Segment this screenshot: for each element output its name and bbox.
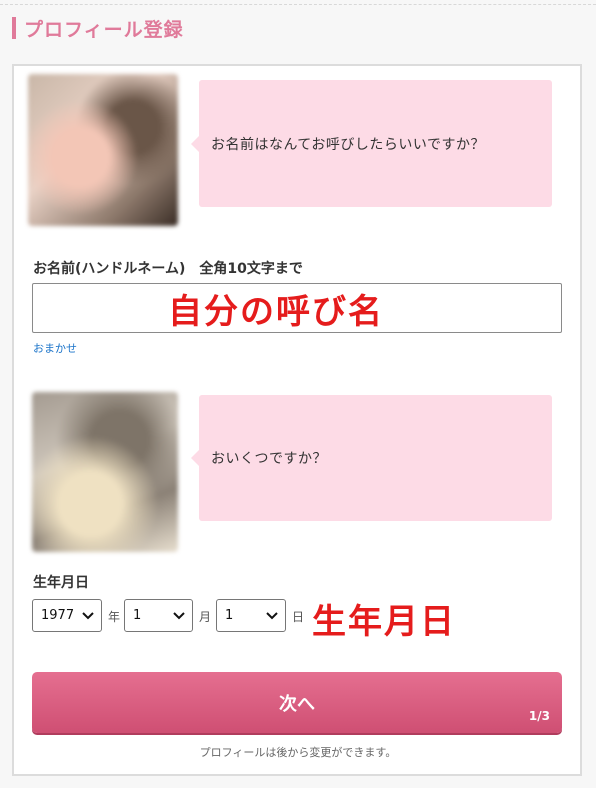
question-text-name: お名前はなんてお呼びしたらいいですか？ (211, 136, 485, 153)
chevron-down-icon (82, 612, 94, 620)
footer-note: プロフィールは後から変更ができます。 (199, 746, 397, 759)
month-select[interactable]: 1 (124, 599, 193, 632)
day-select-value: 1 (225, 608, 234, 623)
omakase-link[interactable]: おまかせ (33, 340, 77, 356)
avatar-photo-2 (32, 392, 178, 552)
birthdate-label: 生年月日 (33, 575, 89, 591)
name-field-label: お名前(ハンドルネーム) 全角10文字まで (33, 261, 303, 277)
month-select-value: 1 (133, 608, 142, 623)
step-indicator: 1/3 (528, 709, 550, 723)
next-button-label: 次へ (279, 694, 315, 715)
page-title: プロフィール登録 (24, 18, 184, 41)
question-text-age: おいくつですか？ (211, 451, 327, 467)
annotation-name: 自分の呼び名 (168, 292, 384, 332)
day-unit: 日 (292, 610, 305, 624)
question-bubble-name: お名前はなんてお呼びしたらいいですか？ (191, 80, 552, 207)
next-button[interactable]: 次へ 1/3 (32, 672, 562, 733)
top-divider (0, 4, 596, 5)
year-select[interactable]: 1977 (32, 599, 102, 632)
year-select-value: 1977 (41, 608, 75, 623)
section-header: プロフィール登録 (12, 15, 184, 41)
chevron-down-icon (266, 612, 278, 620)
title-accent-bar (12, 17, 16, 39)
chevron-down-icon (173, 612, 185, 620)
month-unit: 月 (199, 610, 212, 624)
avatar-photo-1 (28, 74, 178, 226)
question-bubble-age: おいくつですか？ (191, 395, 552, 521)
year-unit: 年 (108, 610, 121, 624)
annotation-birthdate: 生年月日 (312, 602, 456, 642)
day-select[interactable]: 1 (216, 599, 286, 632)
